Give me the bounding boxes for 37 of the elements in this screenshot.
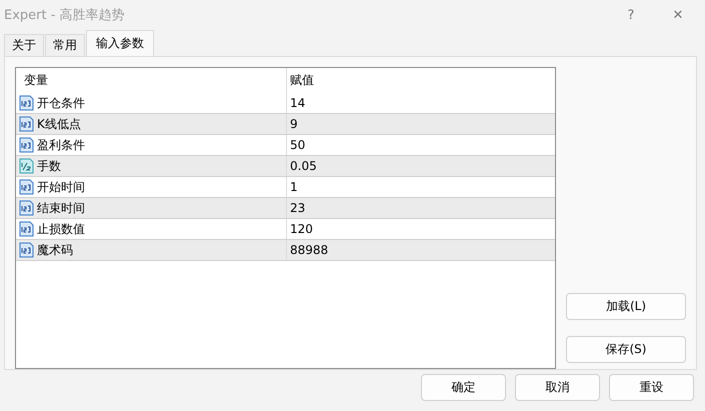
- parameter-name: 开始时间: [37, 178, 85, 196]
- parameter-name: 魔术码: [37, 242, 73, 258]
- tab[interactable]: 常用: [45, 34, 85, 56]
- parameter-value[interactable]: 9: [290, 117, 298, 131]
- tab[interactable]: 输入参数: [86, 30, 154, 56]
- parameter-name: 手数: [37, 158, 61, 174]
- parameter-value[interactable]: 120: [290, 222, 313, 236]
- integer-icon: [19, 116, 34, 132]
- parameter-name: 开仓条件: [37, 94, 85, 112]
- reset-button[interactable]: 重设: [609, 374, 694, 401]
- parameter-name: K线低点: [37, 116, 81, 132]
- integer-icon: [19, 179, 34, 195]
- tab[interactable]: 关于: [4, 34, 44, 56]
- parameter-value[interactable]: 1: [290, 180, 298, 194]
- integer-icon: [19, 221, 34, 237]
- integer-icon: [19, 137, 34, 153]
- parameter-value[interactable]: 0.05: [290, 159, 317, 173]
- parameter-value[interactable]: 14: [290, 96, 306, 110]
- close-button[interactable]: ✕: [658, 8, 698, 22]
- parameter-name: 结束时间: [37, 200, 85, 216]
- parameter-name: 盈利条件: [37, 136, 85, 154]
- cancel-button[interactable]: 取消: [515, 374, 600, 401]
- fraction-icon: [19, 158, 34, 174]
- parameter-value[interactable]: 50: [290, 138, 306, 152]
- parameter-value[interactable]: 88988: [290, 243, 328, 257]
- load-button[interactable]: 加载(L): [566, 293, 686, 320]
- column-header[interactable]: 变量: [16, 68, 286, 93]
- parameter-value[interactable]: 23: [290, 201, 306, 215]
- ok-button[interactable]: 确定: [421, 374, 506, 401]
- integer-icon: [19, 200, 34, 216]
- integer-icon: [19, 95, 34, 111]
- save-button[interactable]: 保存(S): [566, 336, 686, 363]
- help-button[interactable]: ?: [611, 8, 651, 22]
- column-header[interactable]: 赋值: [286, 68, 555, 93]
- integer-icon: [19, 242, 34, 258]
- parameter-name: 止损数值: [37, 220, 85, 238]
- window-title: Expert - 高胜率趋势: [4, 7, 126, 24]
